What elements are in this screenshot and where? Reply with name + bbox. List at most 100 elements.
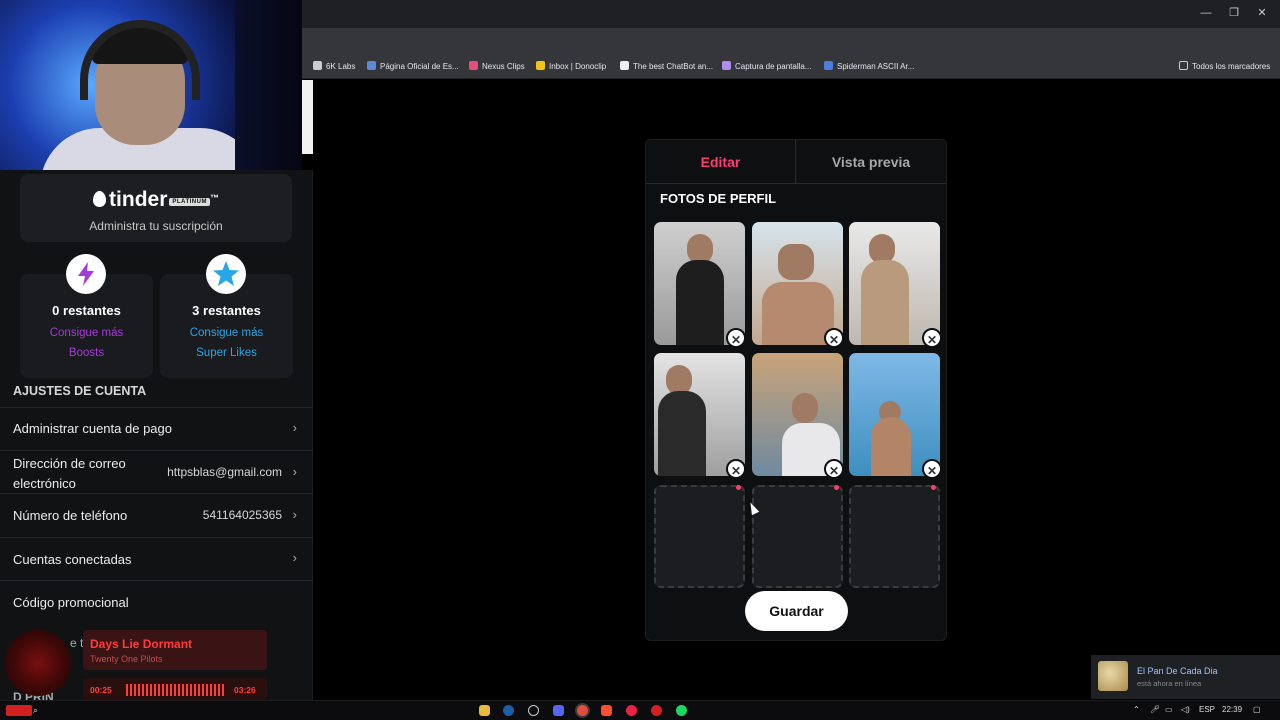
bookmark-item[interactable]: Spiderman ASCII Ar... [824, 60, 914, 74]
song-title: Days Lie Dormant [90, 637, 193, 651]
bookmark-icon [469, 61, 478, 70]
empty-photo-slot[interactable] [849, 485, 940, 588]
remove-photo-icon[interactable]: ✕ [824, 459, 844, 479]
boosts-count: 0 restantes [52, 303, 121, 318]
remove-photo-icon[interactable]: ✕ [726, 459, 746, 479]
file-explorer-icon[interactable] [479, 705, 490, 716]
restore-icon[interactable]: ❐ [1227, 6, 1241, 20]
email-row[interactable]: Dirección de correo electrónico httpsblas… [0, 450, 313, 493]
bookmark-icon [824, 61, 833, 70]
language-indicator[interactable]: ESP [1199, 705, 1215, 714]
phone-label: Número de teléfono [13, 508, 128, 523]
bookmark-item[interactable]: Página Oficial de Es... [367, 60, 459, 74]
promo-code-row[interactable]: Código promocional [0, 580, 313, 623]
bookmark-icon [536, 61, 545, 70]
profile-photo[interactable] [654, 353, 745, 476]
folder-icon [1179, 61, 1188, 70]
phone-row[interactable]: Número de teléfono 541164025365 › [0, 493, 313, 537]
superlikes-count: 3 restantes [192, 303, 261, 318]
phone-value: 541164025365 [202, 508, 282, 522]
clock[interactable]: 22:39 [1222, 705, 1242, 714]
payment-account-row[interactable]: Administrar cuenta de pago › [0, 407, 313, 450]
notification-title: El Pan De Cada Dia [1137, 666, 1218, 676]
subscription-card[interactable]: tinder PLATINUM ™ Administra tu suscripció… [20, 174, 292, 242]
brave-icon[interactable] [601, 705, 612, 716]
profile-photo[interactable] [849, 353, 940, 476]
webcam-overlay [0, 0, 302, 170]
add-photo-icon [931, 485, 936, 490]
minimize-icon[interactable]: — [1199, 6, 1213, 20]
tab-edit[interactable]: Editar [646, 140, 796, 184]
bookmark-item[interactable]: The best ChatBot an... [620, 60, 713, 74]
remove-photo-icon[interactable]: ✕ [824, 328, 844, 348]
webcam-background [235, 0, 302, 170]
manage-subscription-text: Administra tu suscripción [89, 219, 223, 233]
start-icon[interactable] [6, 705, 32, 716]
profile-photo[interactable] [752, 353, 843, 476]
flame-icon [93, 191, 107, 207]
spotify-icon[interactable] [676, 705, 687, 716]
taskbar: ⌕ ⌃ 🎤︎ ▭ ◁) ESP 22:39 ▢ [0, 700, 1280, 720]
bookmark-icon [313, 61, 322, 70]
get-more-superlikes-link[interactable]: Consigue más [160, 327, 293, 339]
superlikes-card[interactable]: 3 restantes Consigue más Super Likes [160, 254, 293, 378]
profile-photos-heading: FOTOS DE PERFIL [660, 191, 777, 206]
notification-center-icon[interactable]: ▢ [1253, 705, 1261, 714]
steam-icon[interactable] [503, 705, 514, 716]
chrome-icon[interactable] [577, 705, 588, 716]
microphone-icon[interactable]: 🎤︎ [1150, 705, 1160, 714]
online-notification[interactable]: El Pan De Cada Dia está ahora en línea [1091, 655, 1280, 699]
photo-person [861, 260, 909, 345]
promo-code-label: Código promocional [13, 595, 129, 610]
media-player-icon[interactable] [626, 705, 637, 716]
profile-photo[interactable] [752, 222, 843, 345]
superlikes-label[interactable]: Super Likes [160, 347, 293, 359]
tab-preview[interactable]: Vista previa [796, 140, 946, 184]
boosts-card[interactable]: 0 restantes Consigue más Boosts [20, 254, 153, 378]
remove-photo-icon[interactable]: ✕ [922, 459, 942, 479]
empty-photo-slot[interactable] [654, 485, 745, 588]
bookmark-icon [367, 61, 376, 70]
photo-person [871, 417, 911, 476]
bookmark-item[interactable]: Captura de pantalla... [722, 60, 812, 74]
chevron-right-icon: › [292, 507, 297, 522]
remove-photo-icon[interactable]: ✕ [726, 328, 746, 348]
add-photo-icon [736, 485, 741, 490]
app-icon[interactable] [528, 705, 539, 716]
bookmark-icon [620, 61, 629, 70]
remove-photo-icon[interactable]: ✕ [922, 328, 942, 348]
bookmark-item[interactable]: 6K Labs [313, 60, 355, 74]
connected-accounts-row[interactable]: Cuentas conectadas › [0, 537, 313, 580]
get-more-boosts-link[interactable]: Consigue más [20, 327, 153, 339]
account-settings-heading: AJUSTES DE CUENTA [13, 384, 147, 398]
connected-accounts-label: Cuentas conectadas [13, 552, 132, 567]
recording-icon[interactable] [651, 705, 662, 716]
save-button[interactable]: Guardar [745, 591, 848, 631]
search-icon[interactable]: ⌕ [33, 705, 44, 716]
network-icon[interactable]: ▭ [1165, 705, 1173, 714]
close-window-icon[interactable]: ✕ [1255, 6, 1269, 20]
chevron-up-icon[interactable]: ⌃ [1133, 705, 1140, 714]
music-widget: e t D PRIN Days Lie Dormant Twenty One P… [0, 628, 270, 704]
elapsed-time: 00:25 [90, 685, 112, 695]
bookmark-item[interactable]: Nexus Clips [469, 60, 525, 74]
photo-person [658, 391, 706, 476]
all-bookmarks-folder[interactable]: Todos los marcadores [1179, 60, 1270, 74]
volume-icon[interactable]: ◁) [1181, 705, 1190, 714]
profile-editor: Editar Vista previa FOTOS DE PERFIL ✕ ✕ … [645, 139, 947, 641]
waveform [126, 684, 226, 696]
profile-photo[interactable] [654, 222, 745, 345]
chevron-right-icon: › [292, 464, 297, 479]
discord-icon[interactable] [553, 705, 564, 716]
empty-photo-slot[interactable] [752, 485, 843, 588]
lightning-bolt-icon [66, 254, 106, 294]
boosts-label[interactable]: Boosts [20, 347, 153, 359]
email-label: Dirección de correo electrónico [13, 456, 126, 491]
settings-panel: tinder PLATINUM ™ Administra tu suscripció… [0, 170, 313, 700]
editor-tabs: Editar Vista previa [646, 140, 946, 184]
profile-photo[interactable] [849, 222, 940, 345]
notification-avatar [1098, 661, 1128, 691]
tinder-platinum-logo: tinder PLATINUM ™ [20, 188, 292, 212]
payment-account-label: Administrar cuenta de pago [13, 421, 172, 436]
bookmark-item[interactable]: Inbox | Donoclip [536, 60, 606, 74]
